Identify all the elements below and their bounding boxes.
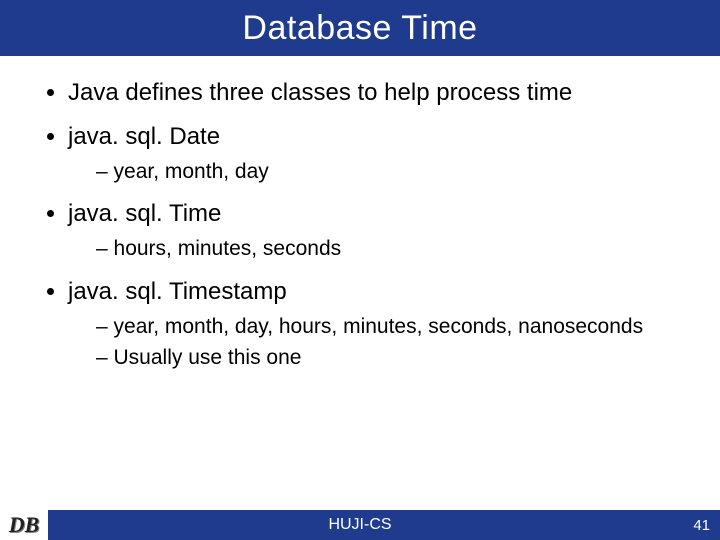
sub-date: year, month, day (28, 158, 692, 185)
bullet-time: java. sql. Time (68, 199, 692, 229)
bullet-list-3: java. sql. Timestamp (28, 277, 692, 307)
title-bar: Database Time (0, 0, 720, 56)
sub-date-desc: year, month, day (96, 158, 692, 185)
sub-timestamp: year, month, day, hours, minutes, second… (28, 313, 692, 372)
footer-center: HUJI-CS (0, 516, 720, 534)
bullet-list-2: java. sql. Time (28, 199, 692, 229)
footer-left-badge: DB (0, 510, 48, 540)
db-label: DB (9, 512, 40, 538)
slide-content: Java defines three classes to help proce… (0, 56, 720, 371)
sub-time-desc: hours, minutes, seconds (96, 235, 692, 262)
sub-time: hours, minutes, seconds (28, 235, 692, 262)
sub-ts-desc1: year, month, day, hours, minutes, second… (96, 313, 692, 340)
bullet-timestamp: java. sql. Timestamp (68, 277, 692, 307)
page-number: 41 (693, 517, 710, 534)
bullet-intro: Java defines three classes to help proce… (68, 78, 692, 108)
slide-title: Database Time (242, 9, 477, 48)
bullet-list: Java defines three classes to help proce… (28, 78, 692, 152)
bullet-date: java. sql. Date (68, 122, 692, 152)
sub-ts-desc2: Usually use this one (96, 344, 692, 371)
footer-bar: HUJI-CS 41 (0, 510, 720, 540)
